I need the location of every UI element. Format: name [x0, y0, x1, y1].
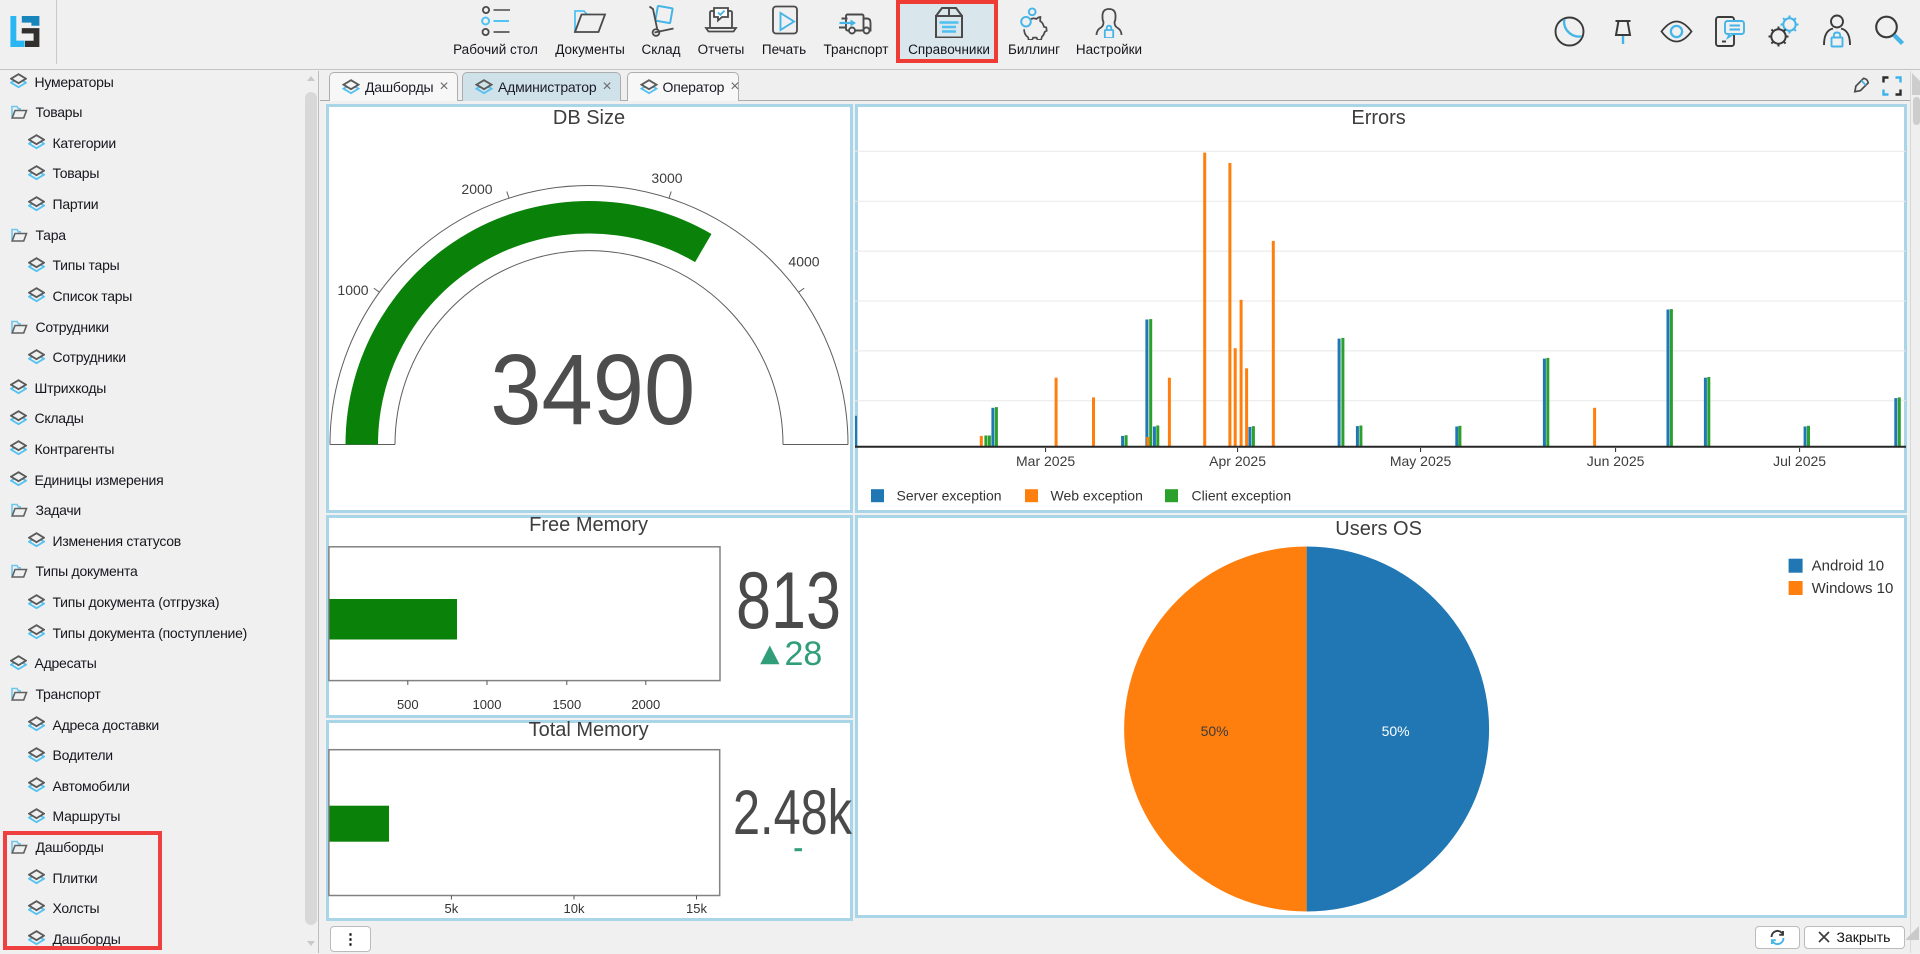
svg-text:1500: 1500 [552, 697, 581, 712]
svg-text:Apr 2025: Apr 2025 [1210, 453, 1267, 469]
svg-text:4000: 4000 [788, 253, 819, 269]
svg-text:May 2025: May 2025 [1390, 453, 1452, 469]
svg-text:Errors: Errors [1352, 107, 1406, 129]
svg-text:10k: 10k [564, 901, 585, 916]
svg-text:Jun 2025: Jun 2025 [1587, 453, 1645, 469]
svg-text:2000: 2000 [631, 697, 660, 712]
svg-text:Windows 10: Windows 10 [1812, 580, 1894, 597]
svg-text:50%: 50% [1201, 723, 1229, 739]
svg-text:813: 813 [736, 556, 841, 646]
svg-text:DB Size: DB Size [553, 107, 625, 129]
svg-text:1000: 1000 [337, 282, 368, 298]
svg-text:Free Memory: Free Memory [529, 515, 648, 536]
svg-text:Jul 2025: Jul 2025 [1774, 453, 1827, 469]
svg-text:Users OS: Users OS [1336, 518, 1423, 540]
svg-text:500: 500 [397, 697, 419, 712]
svg-text:5k: 5k [445, 901, 459, 916]
svg-text:Android 10: Android 10 [1812, 558, 1885, 575]
svg-text:2.48k: 2.48k [733, 778, 852, 848]
svg-text:3490: 3490 [490, 334, 695, 446]
svg-text:Server exception: Server exception [897, 487, 1002, 503]
svg-text:Total Memory: Total Memory [529, 720, 649, 741]
svg-text:28: 28 [785, 635, 823, 673]
svg-text:Web exception: Web exception [1051, 487, 1143, 503]
svg-text:3000: 3000 [651, 170, 682, 186]
svg-text:Client exception: Client exception [1192, 487, 1292, 503]
svg-text:2000: 2000 [461, 181, 492, 197]
svg-text:Mar 2025: Mar 2025 [1016, 453, 1075, 469]
svg-text:15k: 15k [686, 901, 707, 916]
svg-text:50%: 50% [1382, 723, 1410, 739]
svg-text:1000: 1000 [473, 697, 502, 712]
